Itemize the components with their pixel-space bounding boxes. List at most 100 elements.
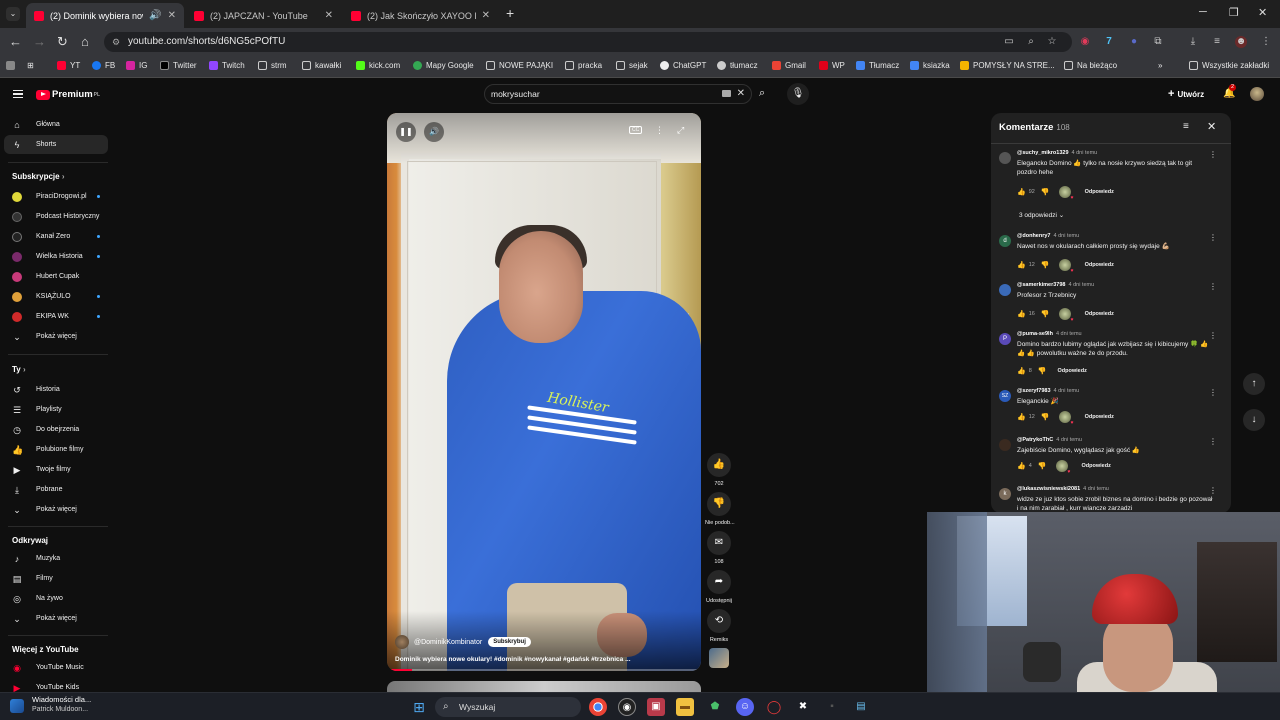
reply-button[interactable]: Odpowiedz [1085, 414, 1114, 420]
thumbs-down-icon[interactable]: 👎 [1041, 310, 1050, 318]
reply-button[interactable]: Odpowiedz [1058, 368, 1087, 374]
captions-icon[interactable]: CC [629, 126, 643, 134]
bookmark-maps[interactable]: Mapy Google [413, 61, 474, 70]
obs-icon[interactable]: ◉ [618, 698, 636, 716]
search-input[interactable]: mokrysuchar ✕ [484, 84, 752, 104]
discord-icon[interactable]: ☺ [736, 698, 754, 716]
sidebar-item-liked[interactable]: 👍 Polubione filmy [4, 440, 108, 459]
comment-author[interactable]: @PatrykoThC [1017, 437, 1053, 443]
new-tab-button[interactable]: + [506, 5, 514, 21]
volume-icon[interactable]: 🔊 [424, 122, 444, 142]
commenter-avatar[interactable]: d [999, 235, 1011, 247]
extensions-puzzle-icon[interactable]: ⧉ [1152, 36, 1164, 48]
menu-icon[interactable] [13, 90, 23, 98]
notepad-icon[interactable]: ▤ [852, 698, 870, 716]
sidebar-item-channel[interactable]: Wielka Historia [4, 247, 108, 266]
channel-name[interactable]: @DominikKombinator [414, 639, 482, 646]
commenter-avatar[interactable] [999, 152, 1011, 164]
bookmark-tlumacz-2[interactable]: Tłumacz [856, 61, 899, 70]
youtube-logo[interactable]: Premium PL [36, 89, 100, 100]
comment-menu-icon[interactable]: ⋮ [1209, 282, 1217, 291]
bookmark-tlumacz[interactable]: tłumacz [717, 61, 758, 70]
bookmark-sejak[interactable]: sejak [616, 61, 648, 70]
commenter-avatar[interactable]: k [999, 488, 1011, 500]
thumbs-down-icon[interactable]: 👎 [1038, 462, 1047, 470]
comment-menu-icon[interactable]: ⋮ [1209, 486, 1217, 495]
thumbs-up-icon[interactable]: 👍 [1017, 462, 1026, 470]
extension-record-icon[interactable]: ◉ [1079, 36, 1091, 48]
sidebar-item-channel[interactable]: Hubert Cupak [4, 267, 108, 286]
speaker-icon[interactable]: 🔊 [149, 10, 161, 21]
thumbs-up-icon[interactable]: 👍 [1017, 310, 1026, 318]
search-icon[interactable]: ⌕ [759, 87, 765, 100]
close-icon[interactable]: ✕ [1207, 120, 1216, 133]
sidebar-item-your-videos[interactable]: ▶ Twoje filmy [4, 460, 108, 479]
sidebar-item-movies[interactable]: ▤ Filmy [4, 569, 108, 588]
comment-menu-icon[interactable]: ⋮ [1209, 331, 1217, 340]
bookmark-na-biezaco[interactable]: Na bieżąco [1064, 61, 1117, 70]
grid-icon[interactable]: ⊞ [27, 61, 34, 70]
bookmark-pracka[interactable]: pracka [565, 61, 602, 70]
subscribe-button[interactable]: Subskrybuj [488, 637, 531, 647]
browser-tab[interactable]: (2) JAPCZAN - YouTube ✕ [186, 3, 341, 28]
short-channel[interactable]: @DominikKombinator Subskrybuj [395, 635, 531, 649]
sidebar-item-channel[interactable]: EKIPA WK [4, 307, 108, 326]
commenter-avatar[interactable] [999, 284, 1011, 296]
forward-icon[interactable]: → [33, 34, 46, 50]
commenter-avatar[interactable] [999, 439, 1011, 451]
app-shield-icon[interactable]: ⬟ [706, 698, 724, 716]
video-progress-bar[interactable] [387, 669, 701, 671]
sidebar-item-shorts[interactable]: ϟ Shorts [4, 135, 108, 154]
address-bar[interactable]: ⚙ youtube.com/shorts/d6NG5cPOfTU [104, 32, 1072, 52]
reply-button[interactable]: Odpowiedz [1085, 189, 1114, 195]
all-bookmarks[interactable]: Wszystkie zakładki [1189, 61, 1269, 70]
file-explorer-icon[interactable]: ▬ [676, 698, 694, 716]
browser-menu-icon[interactable]: ⋮ [1260, 36, 1272, 48]
audio-thumbnail[interactable] [709, 648, 729, 668]
reload-icon[interactable]: ↻ [57, 34, 68, 50]
share-action[interactable]: ➦ Udostępnij [705, 570, 733, 604]
bookmark-strm[interactable]: strm [258, 61, 287, 70]
clear-search-icon[interactable]: ✕ [737, 85, 745, 103]
bookmark-kawalki[interactable]: kawałki [302, 61, 341, 70]
sidebar-item-home[interactable]: ⌂ Główna [4, 115, 108, 134]
browser-tab[interactable]: (2) Jak Skończyło XAYOO INDU ✕ [343, 3, 498, 28]
app-icon[interactable]: ▪ [823, 698, 841, 716]
comment-author[interactable]: @donhenry7 [1017, 233, 1050, 239]
sidebar-item-downloads[interactable]: ⤓ Pobrane [4, 480, 108, 499]
comment-author[interactable]: @puma-se9lh [1017, 331, 1053, 337]
news-widget[interactable]: Wiadomości dla... Patrick Muldoon... [10, 695, 91, 715]
thumbs-up-icon[interactable]: 👍 [1017, 261, 1026, 269]
thumbs-down-icon[interactable]: 👎 [1041, 261, 1050, 269]
app-x-icon[interactable]: ✖ [794, 698, 812, 716]
share-icon[interactable]: ➦ [707, 570, 731, 594]
comment-menu-icon[interactable]: ⋮ [1209, 388, 1217, 397]
keyboard-icon[interactable] [722, 90, 731, 97]
bookmark-gmail[interactable]: Gmail [772, 61, 806, 70]
sidebar-item-channel[interactable]: Kanał Zero [4, 227, 108, 246]
tab-list-dropdown-icon[interactable]: ⌄ [6, 7, 20, 21]
create-button[interactable]: + Utwórz [1168, 88, 1204, 100]
bookmark-wp[interactable]: WP [819, 61, 845, 70]
thumbs-up-icon[interactable]: 👍 [707, 453, 731, 477]
comments-action[interactable]: ✉ 108 [705, 531, 733, 565]
thumbs-up-icon[interactable]: 👍 [1017, 188, 1026, 196]
sidebar-item-youtube-music[interactable]: ◉ YouTube Music [4, 658, 108, 677]
comment-menu-icon[interactable]: ⋮ [1209, 437, 1217, 446]
reading-list-icon[interactable]: ≡ [1211, 36, 1223, 48]
previous-short-button[interactable]: ↑ [1243, 373, 1265, 395]
reply-button[interactable]: Odpowiedz [1082, 463, 1111, 469]
bookmark-pomysly[interactable]: POMYSŁY NA STRE... [960, 61, 1055, 70]
more-options-icon[interactable]: ⋮ [655, 125, 664, 136]
microphone-icon[interactable]: 🎙 [787, 83, 809, 105]
show-more-you[interactable]: ⌄ Pokaż więcej [4, 500, 108, 519]
bookmark-fb[interactable]: FB [92, 61, 115, 70]
close-tab-icon[interactable]: ✕ [325, 10, 333, 21]
close-tab-icon[interactable]: ✕ [168, 10, 176, 21]
sidebar-item-history[interactable]: ↺ Historia [4, 380, 108, 399]
bookmark-twitch[interactable]: Twitch [209, 61, 245, 70]
reply-button[interactable]: Odpowiedz [1085, 311, 1114, 317]
extension-7tv-icon[interactable]: 7 [1103, 36, 1115, 48]
thumbs-down-icon[interactable]: 👎 [1041, 188, 1050, 196]
app-icon[interactable]: ▣ [647, 698, 665, 716]
